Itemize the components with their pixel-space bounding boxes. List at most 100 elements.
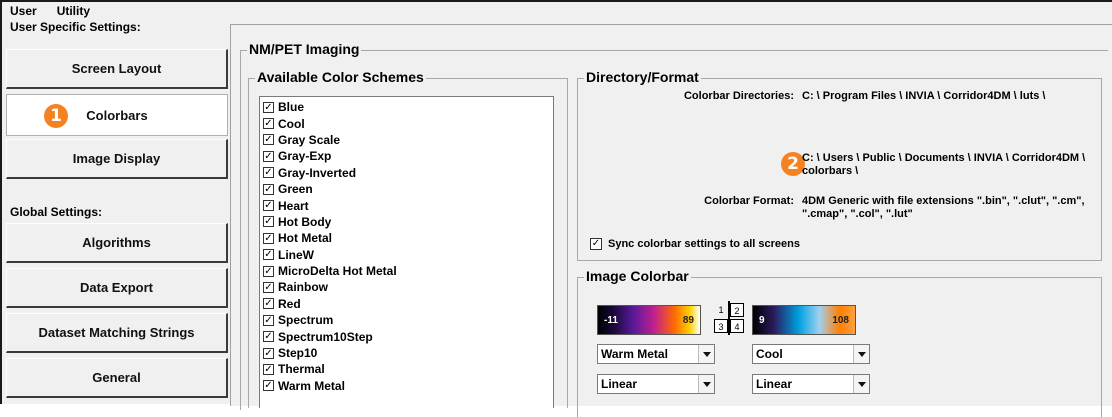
scheme-checkbox[interactable]: ✓	[263, 150, 274, 162]
color-scheme-item[interactable]: ✓ Red	[263, 296, 553, 312]
color-scheme-item[interactable]: ✓ LineW	[263, 247, 553, 263]
nm-pet-imaging-group: NM/PET Imaging Available Color Schemes ✓…	[240, 41, 1108, 417]
nav-button-label: Data Export	[80, 280, 153, 295]
scheme-label: Green	[278, 182, 313, 197]
right-colorbar-max: 108	[832, 314, 849, 326]
scheme-checkbox[interactable]: ✓	[263, 200, 274, 212]
chevron-down-icon[interactable]	[853, 345, 869, 363]
scheme-checkbox[interactable]: ✓	[263, 232, 274, 244]
scheme-label: Heart	[278, 198, 309, 213]
left-scale-value: Linear	[601, 377, 638, 391]
color-scheme-item[interactable]: ✓ Blue	[263, 99, 553, 115]
scheme-checkbox[interactable]: ✓	[263, 363, 274, 375]
colorbar-directory-1: C: \ Program Files \ INVIA \ Corridor4DM…	[802, 90, 1046, 102]
scheme-checkbox[interactable]: ✓	[263, 216, 274, 228]
scheme-checkbox[interactable]: ✓	[263, 265, 274, 277]
layout-divider	[728, 301, 730, 335]
layout-cell-3[interactable]: 3	[714, 319, 728, 333]
layout-cell-2[interactable]: 2	[730, 303, 744, 317]
scheme-checkbox[interactable]: ✓	[263, 183, 274, 195]
scheme-checkbox[interactable]: ✓	[263, 281, 274, 293]
color-scheme-item[interactable]: ✓ Heart	[263, 197, 553, 213]
scheme-label: MicroDelta Hot Metal	[278, 264, 397, 279]
scheme-checkbox[interactable]: ✓	[263, 167, 274, 179]
scheme-checkbox[interactable]: ✓	[263, 249, 274, 261]
right-scale-value: Linear	[756, 377, 793, 391]
scheme-checkbox[interactable]: ✓	[263, 331, 274, 343]
sync-colorbar-option[interactable]: ✓ Sync colorbar settings to all screens	[590, 238, 800, 250]
color-scheme-item[interactable]: ✓ Spectrum10Step	[263, 328, 553, 344]
nav-button-label: Dataset Matching Strings	[38, 325, 195, 340]
menu-user[interactable]: User	[2, 2, 47, 20]
nav-screen-layout-button[interactable]: Screen Layout	[6, 49, 228, 89]
menu-bar: User Utility	[2, 2, 1112, 20]
right-scale-select[interactable]: Linear	[752, 374, 870, 394]
settings-content: NM/PET Imaging Available Color Schemes ✓…	[230, 24, 1112, 417]
scheme-label: Rainbow	[278, 280, 328, 295]
color-scheme-item[interactable]: ✓ MicroDelta Hot Metal	[263, 263, 553, 279]
nav-data-export-button[interactable]: Data Export	[6, 268, 228, 308]
right-scheme-value: Cool	[756, 347, 783, 361]
color-scheme-item[interactable]: ✓ Step10	[263, 345, 553, 361]
color-scheme-item[interactable]: ✓ Rainbow	[263, 279, 553, 295]
layout-cell-1[interactable]: 1	[714, 303, 728, 317]
color-scheme-item[interactable]: ✓ Cool	[263, 115, 553, 131]
color-schemes-list[interactable]: ✓ Blue ✓ Cool ✓ Gray Scale ✓ Gray-Exp ✓ Gray-Inve…	[259, 96, 554, 408]
colorbar-format-value: 4DM Generic with file extensions ".bin",…	[802, 195, 1085, 221]
sync-checkbox-label: Sync colorbar settings to all screens	[608, 238, 800, 250]
scheme-label: Spectrum10Step	[278, 329, 373, 344]
nav-algorithms-button[interactable]: Algorithms	[6, 223, 228, 263]
scheme-checkbox[interactable]: ✓	[263, 380, 274, 392]
scheme-label: Red	[278, 296, 301, 311]
color-scheme-item[interactable]: ✓ Hot Body	[263, 214, 553, 230]
scheme-checkbox[interactable]: ✓	[263, 134, 274, 146]
chevron-down-icon[interactable]	[853, 375, 869, 393]
right-colorbar-min: 9	[759, 314, 765, 326]
colorbar-format-label: Colorbar Format:	[704, 195, 794, 207]
cool-colorbar[interactable]: 9 108	[752, 305, 856, 335]
color-scheme-item[interactable]: ✓ Gray Scale	[263, 132, 553, 148]
scheme-label: Blue	[278, 100, 305, 115]
callout-badge-1: 1	[44, 104, 68, 128]
scheme-checkbox[interactable]: ✓	[263, 298, 274, 310]
colorbar-layout-grid[interactable]: 1 2 3 4	[712, 301, 746, 335]
menu-utility[interactable]: Utility	[47, 2, 100, 20]
left-scale-select[interactable]: Linear	[597, 374, 715, 394]
nav-dataset-matching-button[interactable]: Dataset Matching Strings	[6, 313, 228, 353]
user-settings-label: User Specific Settings:	[10, 20, 141, 34]
color-scheme-item[interactable]: ✓ Gray-Inverted	[263, 165, 553, 181]
color-scheme-item[interactable]: ✓ Gray-Exp	[263, 148, 553, 164]
format-line-2: ".cmap", ".col", ".lut"	[802, 208, 913, 220]
left-colorbar-min: -11	[604, 314, 618, 326]
sync-checkbox[interactable]: ✓	[590, 238, 602, 250]
warm-metal-colorbar[interactable]: -11 89	[597, 305, 701, 335]
scheme-label: Gray Scale	[278, 132, 341, 147]
scheme-checkbox[interactable]: ✓	[263, 314, 274, 326]
color-scheme-item[interactable]: ✓ Hot Metal	[263, 230, 553, 246]
layout-cell-4[interactable]: 4	[730, 319, 744, 333]
color-scheme-item[interactable]: ✓ Spectrum	[263, 312, 553, 328]
left-scheme-value: Warm Metal	[601, 347, 668, 361]
color-scheme-item[interactable]: ✓ Warm Metal	[263, 378, 553, 394]
nav-general-button[interactable]: General	[6, 358, 228, 398]
color-scheme-item[interactable]: ✓ Thermal	[263, 361, 553, 377]
chevron-down-icon[interactable]	[698, 345, 714, 363]
left-scheme-select[interactable]: Warm Metal	[597, 344, 715, 364]
nav-colorbars-button[interactable]: Colorbars	[6, 94, 228, 136]
right-scheme-select[interactable]: Cool	[752, 344, 870, 364]
scheme-checkbox[interactable]: ✓	[263, 347, 274, 359]
scheme-label: Step10	[278, 346, 318, 361]
scheme-label: Gray-Exp	[278, 149, 332, 164]
image-colorbar-group: Image Colorbar -11 89 1 2 3 4 9 108 Warm…	[577, 268, 1102, 417]
scheme-checkbox[interactable]: ✓	[263, 118, 274, 130]
directory-format-group: Directory/Format Colorbar Directories: C…	[577, 69, 1102, 261]
color-scheme-item[interactable]: ✓ Green	[263, 181, 553, 197]
scheme-label: Gray-Inverted	[278, 165, 357, 180]
scheme-label: Hot Metal	[278, 231, 332, 246]
scheme-label: Cool	[278, 116, 305, 131]
color-schemes-group: Available Color Schemes ✓ Blue ✓ Cool ✓ Gray …	[248, 69, 568, 408]
chevron-down-icon[interactable]	[698, 375, 714, 393]
scheme-checkbox[interactable]: ✓	[263, 101, 274, 113]
nav-image-display-button[interactable]: Image Display	[6, 139, 228, 179]
scheme-label: LineW	[278, 247, 314, 262]
